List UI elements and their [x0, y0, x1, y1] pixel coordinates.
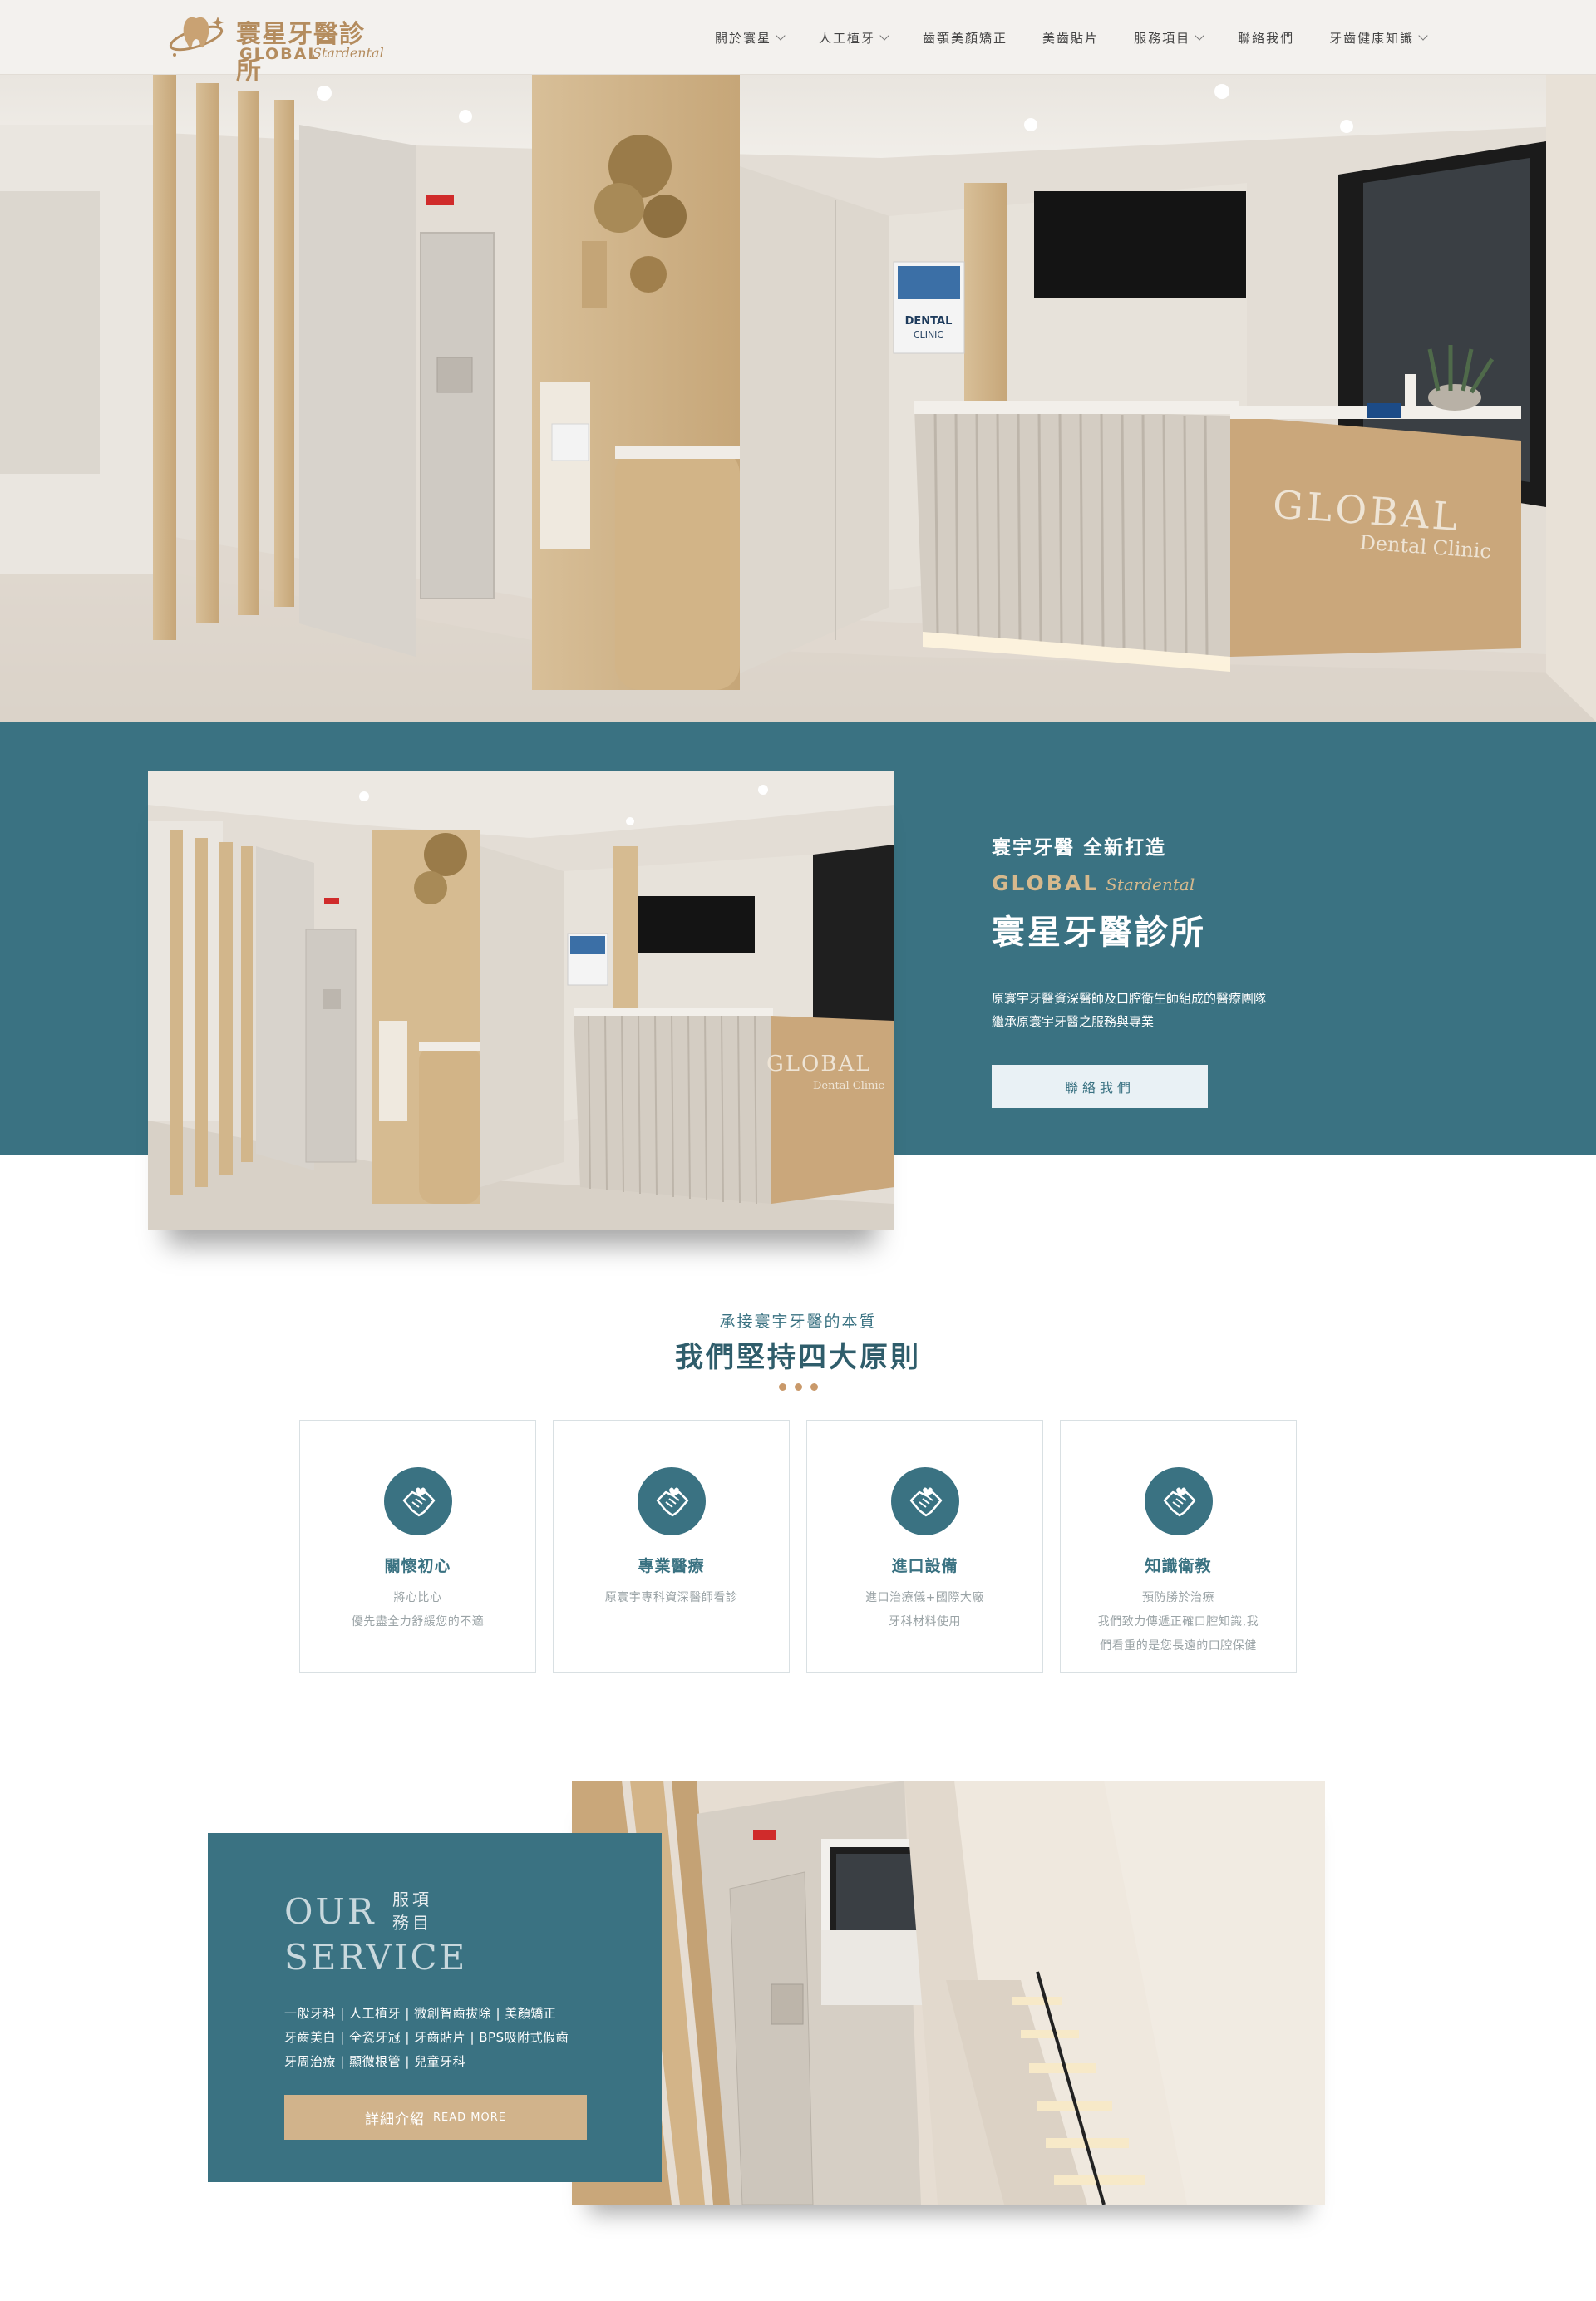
- service-photo: [572, 1781, 1325, 2205]
- nav-item-veneers[interactable]: 美齒貼片: [1042, 27, 1099, 47]
- chevron-down-icon: [1418, 30, 1428, 41]
- divider-dots: [779, 1383, 819, 1392]
- handshake-heart-icon: [384, 1467, 452, 1535]
- nav-label: 關於寰星: [715, 30, 772, 46]
- card-text-line: 牙科材料使用: [889, 1615, 961, 1628]
- service-heading-our: OUR: [284, 1891, 377, 1932]
- service-list-line: 牙齒美白 | 全瓷牙冠 | 牙齒貼片 | BPS吸附式假齒: [284, 2030, 569, 2045]
- principles-cards: 關懷初心 將心比心 優先盡全力舒緩您的不適 專業醫療 原寰宇專科資深醫師看診 進…: [299, 1420, 1297, 1673]
- read-more-label-cn: 詳細介紹: [365, 2111, 425, 2128]
- card-title: 專業醫療: [638, 1557, 705, 1575]
- service-photo-frame: [572, 1781, 1325, 2205]
- reception-illustration-small: GLOBAL Dental Clinic: [148, 771, 894, 1230]
- intro-desc-line: 繼承原寰宇牙醫之服務與專業: [992, 1014, 1155, 1029]
- intro-subtitle: 寰宇牙醫 全新打造: [992, 837, 1167, 859]
- read-more-label-en: READ MORE: [433, 2111, 506, 2124]
- chevron-down-icon: [1195, 30, 1204, 41]
- small-sign-sub-text: Dental Clinic: [813, 1080, 884, 1092]
- main-nav: 關於寰星 人工植牙 齒顎美顏矯正 美齒貼片 服務項目 聯絡我們 牙齒健康知識: [715, 27, 1428, 47]
- card-text-line: 將心比心: [393, 1591, 442, 1604]
- our-service-panel: OUR 服項 務目 SERVICE 一般牙科 | 人工植牙 | 微創智齒拔除 |…: [208, 1833, 662, 2182]
- nav-item-services[interactable]: 服務項目: [1134, 27, 1204, 47]
- logo-script-text: Stardental: [313, 45, 384, 61]
- card-text-line: 優先盡全力舒緩您的不適: [351, 1615, 485, 1628]
- read-more-button[interactable]: 詳細介紹 READ MORE: [284, 2095, 587, 2140]
- card-text-line: 們看重的是您長遠的口腔保健: [1100, 1639, 1257, 1653]
- card-text-line: 原寰宇專科資深醫師看診: [604, 1591, 738, 1604]
- nav-label: 美齒貼片: [1042, 30, 1100, 46]
- nav-label: 聯絡我們: [1238, 30, 1295, 46]
- contact-us-button[interactable]: 聯絡我們: [992, 1065, 1208, 1108]
- nav-item-about[interactable]: 關於寰星: [715, 27, 786, 47]
- hero-clinic-reception-image: DENTAL CLINIC GLOBAL Dental Clinic: [0, 75, 1596, 722]
- nav-label: 齒顎美顏矯正: [923, 30, 1008, 46]
- card-title: 進口設備: [891, 1557, 958, 1575]
- nav-item-dental-knowledge[interactable]: 牙齒健康知識: [1329, 27, 1428, 47]
- intro-desc-line: 原寰宇牙醫資深醫師及口腔衛生師組成的醫療團隊: [992, 991, 1267, 1006]
- planet-tooth-logo-icon: [169, 17, 224, 57]
- reception-illustration: DENTAL CLINIC GLOBAL Dental Clinic: [0, 75, 1596, 722]
- handshake-heart-icon: [1145, 1467, 1213, 1535]
- site-header: 寰星牙醫診所 GLOBAL Stardental 關於寰星 人工植牙 齒顎美顏矯…: [0, 0, 1596, 86]
- poster-sub-text: CLINIC: [914, 329, 944, 340]
- service-heading-cn-top: 服項: [392, 1890, 432, 1909]
- handshake-heart-icon: [638, 1467, 706, 1535]
- principle-card-professional: 專業醫療 原寰宇專科資深醫師看診: [553, 1420, 790, 1673]
- logo-english-name: GLOBAL: [239, 45, 320, 63]
- nav-label: 服務項目: [1134, 30, 1191, 46]
- service-list-line: 牙周治療 | 顯微根管 | 兒童牙科: [284, 2054, 466, 2069]
- intro-photo-frame: GLOBAL Dental Clinic: [148, 771, 894, 1230]
- card-text-line: 進口治療儀+國際大廠: [865, 1591, 984, 1604]
- principles-title: 我們堅持四大原則: [675, 1341, 921, 1374]
- stairway-illustration: [572, 1781, 1325, 2205]
- clinic-logo[interactable]: 寰星牙醫診所 GLOBAL Stardental: [166, 8, 384, 86]
- service-heading-service: SERVICE: [284, 1937, 468, 1978]
- nav-label: 牙齒健康知識: [1329, 30, 1415, 46]
- handshake-heart-icon: [891, 1467, 959, 1535]
- intro-brand-en: GLOBAL: [992, 871, 1100, 895]
- principles-subtitle: 承接寰宇牙醫的本質: [719, 1313, 877, 1331]
- nav-item-implant[interactable]: 人工植牙: [819, 27, 889, 47]
- principle-card-education: 知識衛教 預防勝於治療 我們致力傳遞正確口腔知識,我 們看重的是您長遠的口腔保健: [1060, 1420, 1297, 1673]
- card-title: 關懷初心: [384, 1557, 451, 1575]
- intro-photo: GLOBAL Dental Clinic: [148, 771, 894, 1230]
- chevron-down-icon: [776, 30, 786, 41]
- nav-item-contact[interactable]: 聯絡我們: [1238, 27, 1294, 47]
- chevron-down-icon: [879, 30, 889, 41]
- intro-brand-script: Stardental: [1106, 875, 1195, 894]
- nav-item-orthodontics[interactable]: 齒顎美顏矯正: [923, 27, 1007, 47]
- divider-dot: [779, 1383, 786, 1391]
- intro-brand: GLOBAL Stardental: [992, 871, 1424, 895]
- intro-text-block: 寰宇牙醫 全新打造 GLOBAL Stardental 寰星牙醫診所 原寰宇牙醫…: [992, 831, 1424, 1108]
- principle-card-equipment: 進口設備 進口治療儀+國際大廠 牙科材料使用: [806, 1420, 1043, 1673]
- divider-dot: [795, 1383, 802, 1391]
- service-list-line: 一般牙科 | 人工植牙 | 微創智齒拔除 | 美顏矯正: [284, 2006, 557, 2021]
- nav-label: 人工植牙: [819, 30, 876, 46]
- divider-dot: [810, 1383, 818, 1391]
- card-text-line: 我們致力傳遞正確口腔知識,我: [1097, 1615, 1259, 1628]
- poster-title-text: DENTAL: [905, 315, 953, 328]
- intro-title: 寰星牙醫診所: [992, 914, 1206, 952]
- service-heading-cn-bottom: 務目: [392, 1913, 432, 1933]
- intro-description: 原寰宇牙醫資深醫師及口腔衛生師組成的醫療團隊 繼承原寰宇牙醫之服務與專業: [992, 987, 1424, 1033]
- small-sign-main-text: GLOBAL: [766, 1052, 872, 1077]
- card-title: 知識衛教: [1145, 1557, 1212, 1575]
- card-text-line: 預防勝於治療: [1142, 1591, 1214, 1604]
- page: 寰星牙醫診所 GLOBAL Stardental 關於寰星 人工植牙 齒顎美顏矯…: [0, 0, 1596, 2301]
- principle-card-care: 關懷初心 將心比心 優先盡全力舒緩您的不適: [299, 1420, 536, 1673]
